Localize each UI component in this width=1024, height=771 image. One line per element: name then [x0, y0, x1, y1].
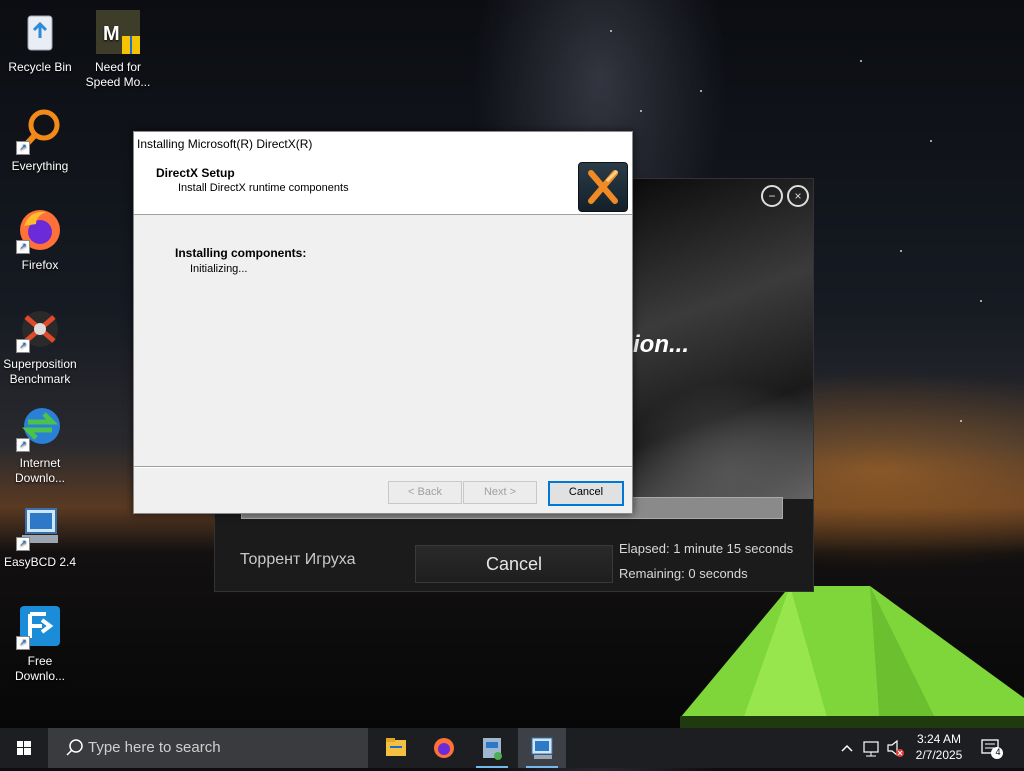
clock-date: 2/7/2025 — [915, 748, 963, 762]
remaining-time: Remaining: 0 seconds — [619, 566, 748, 581]
close-icon[interactable]: × — [787, 185, 809, 207]
directx-logo-icon — [578, 162, 628, 212]
network-tray[interactable] — [860, 728, 882, 768]
desktop-icon-label: Free Downlo... — [14, 654, 66, 683]
header-title: DirectX Setup — [156, 166, 235, 180]
next-button[interactable]: Next > — [463, 481, 537, 504]
windows-logo-icon — [17, 741, 31, 755]
shortcut-arrow-icon: ↗ — [16, 636, 30, 650]
desktop-icon-superposition[interactable]: ↗ Superposition Benchmark — [1, 305, 79, 387]
need-for-speed-icon: M — [94, 8, 142, 56]
taskbar-app-file-explorer[interactable] — [372, 728, 420, 768]
minimize-icon[interactable]: − — [761, 185, 783, 207]
desktop-icon-internet-download-manager[interactable]: ↗ Internet Downlo... — [1, 404, 79, 486]
action-center-button[interactable]: 4 — [980, 738, 1004, 760]
status-heading: Installing components: — [175, 246, 307, 260]
elapsed-time: Elapsed: 1 minute 15 seconds — [619, 541, 794, 556]
desktop-icon-need-for-speed[interactable]: M Need for Speed Mo... — [79, 8, 157, 90]
desktop-icon-label: Firefox — [21, 258, 59, 272]
taskbar-search-box[interactable]: Type here to search — [48, 728, 368, 768]
desktop-icon-firefox[interactable]: ↗ Firefox — [1, 206, 79, 273]
taskbar-app-firefox[interactable] — [420, 728, 468, 768]
show-hidden-icons-button[interactable] — [838, 728, 856, 768]
volume-tray[interactable] — [884, 728, 906, 768]
installer-cancel-button[interactable]: Cancel — [415, 545, 613, 583]
clock-time: 3:24 AM — [916, 732, 962, 746]
search-placeholder: Type here to search — [88, 739, 221, 756]
dialog-header: DirectX Setup Install DirectX runtime co… — [134, 156, 632, 215]
installer-icon — [483, 738, 502, 760]
shortcut-arrow-icon: ↗ — [16, 537, 30, 551]
network-icon — [863, 741, 879, 757]
desktop-icon-label: Superposition Benchmark — [3, 357, 77, 386]
easybcd-icon: ↗ — [16, 503, 64, 551]
dialog-title: Installing Microsoft(R) DirectX(R) — [134, 132, 632, 156]
directx-setup-dialog: Installing Microsoft(R) DirectX(R) Direc… — [133, 131, 633, 514]
taskbar-app-installer[interactable] — [468, 728, 516, 768]
divider — [134, 466, 632, 468]
desktop-icon-label: Need for Speed Mo... — [85, 60, 151, 89]
free-download-manager-icon: ↗ — [16, 602, 64, 650]
recycle-bin-icon — [16, 8, 64, 56]
desktop-icon-recycle-bin[interactable]: Recycle Bin — [1, 8, 79, 75]
shortcut-arrow-icon: ↗ — [16, 141, 30, 155]
desktop-icon-easybcd[interactable]: ↗ EasyBCD 2.4 — [1, 503, 79, 570]
installer-title-fragment: ion... — [633, 331, 689, 358]
cancel-button[interactable]: Cancel — [548, 481, 624, 506]
back-button[interactable]: < Back — [388, 481, 462, 504]
desktop-icon-label: EasyBCD 2.4 — [3, 555, 77, 569]
desktop-icon-everything[interactable]: ↗ Everything — [1, 107, 79, 174]
desktop-icon-label: Internet Downlo... — [14, 456, 66, 485]
status-detail: Initializing... — [190, 263, 248, 275]
firefox-icon: ↗ — [16, 206, 64, 254]
clock[interactable]: 3:24 AM 2/7/2025 — [910, 731, 968, 763]
shortcut-arrow-icon: ↗ — [16, 438, 30, 452]
shortcut-arrow-icon: ↗ — [16, 339, 30, 353]
chevron-up-icon — [841, 744, 853, 752]
firefox-icon — [434, 738, 454, 758]
installer-brand-label: Торрент Игруха — [240, 551, 356, 568]
desktop-icon-free-download-manager[interactable]: ↗ Free Downlo... — [1, 602, 79, 684]
volume-muted-icon — [887, 739, 904, 757]
internet-download-manager-icon: ↗ — [16, 404, 64, 452]
notification-count: 4 — [995, 747, 1001, 757]
shortcut-arrow-icon: ↗ — [16, 240, 30, 254]
header-subtitle: Install DirectX runtime components — [178, 182, 349, 194]
svg-text:M: M — [103, 23, 120, 45]
everything-search-icon: ↗ — [16, 107, 64, 155]
desktop-icon-label: Recycle Bin — [8, 60, 72, 74]
file-explorer-icon — [386, 738, 406, 756]
taskbar: Type here to search 3:24 AM 2/7/2025 4 — [0, 728, 1024, 768]
tent-illustration — [680, 586, 1024, 728]
desktop-icon-label: Everything — [11, 159, 69, 173]
start-button[interactable] — [0, 728, 48, 768]
directx-setup-icon — [531, 737, 553, 759]
taskbar-app-directx-setup[interactable] — [518, 728, 566, 768]
superposition-benchmark-icon: ↗ — [16, 305, 64, 353]
